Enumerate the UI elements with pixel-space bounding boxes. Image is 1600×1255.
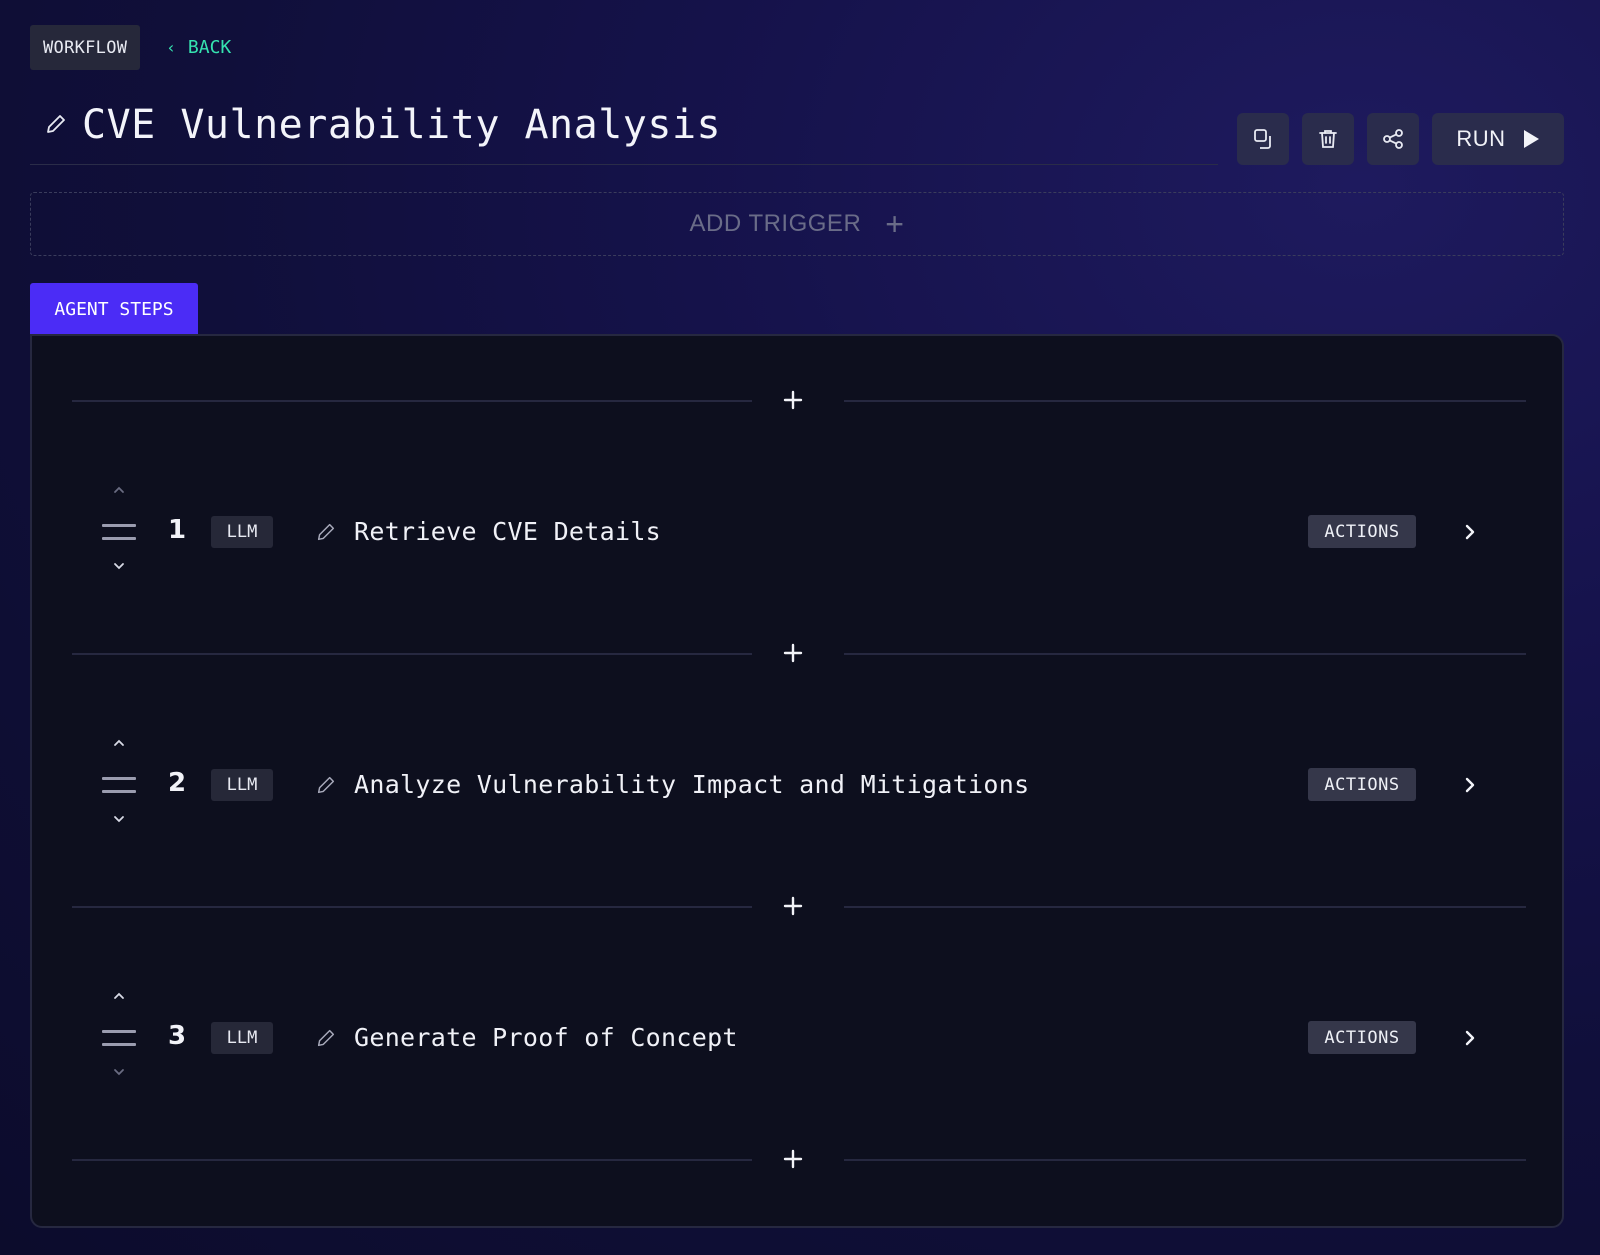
add-step-button[interactable] [773,1139,813,1179]
share-button[interactable] [1367,113,1419,165]
chevron-up-icon[interactable] [110,990,128,1002]
step-title[interactable]: Retrieve CVE Details [354,516,661,548]
chevron-right-icon[interactable] [1461,522,1479,542]
divider [844,653,1526,655]
workflow-toolbar: RUN [1237,113,1564,165]
step-number: 3 [168,1021,187,1051]
step-title[interactable]: Analyze Vulnerability Impact and Mitigat… [354,769,1029,801]
agent-steps-panel: 1 LLM Retrieve CVE Details ACTIONS 2 LLM… [30,334,1564,1228]
chevron-up-icon[interactable] [110,737,128,749]
delete-button[interactable] [1302,113,1354,165]
add-step-button[interactable] [773,633,813,673]
workflow-title-row: CVE Vulnerability Analysis [30,100,1218,165]
plus-icon [783,390,803,410]
actions-button[interactable]: ACTIONS [1308,515,1416,548]
chevron-down-icon[interactable] [110,560,128,572]
drag-handle[interactable] [102,776,136,794]
step-row: 3 LLM Generate Proof of Concept ACTIONS [72,990,1526,1090]
workflow-badge: WORKFLOW [30,25,141,70]
step-row: 1 LLM Retrieve CVE Details ACTIONS [72,484,1526,584]
step-type-badge: LLM [211,1022,273,1054]
drag-handle[interactable] [102,1029,136,1047]
divider [72,653,752,655]
insert-step-row [72,1139,1526,1179]
pencil-icon[interactable] [315,774,337,796]
divider [72,400,752,402]
plus-icon: + [885,206,905,242]
divider [844,400,1526,402]
trash-icon [1319,130,1337,148]
add-trigger-button[interactable]: ADD TRIGGER + [30,192,1564,256]
step-row: 2 LLM Analyze Vulnerability Impact and M… [72,737,1526,837]
copy-icon [1254,129,1271,149]
drag-handle[interactable] [102,523,136,541]
back-label: BACK [187,37,232,58]
insert-step-row [72,633,1526,673]
share-icon [1383,129,1403,149]
step-number: 1 [168,515,187,545]
add-step-button[interactable] [773,380,813,420]
pencil-icon[interactable] [315,1027,337,1049]
step-type-badge: LLM [211,769,273,801]
add-step-button[interactable] [773,886,813,926]
plus-icon [783,1149,803,1169]
step-type-badge: LLM [211,516,273,548]
play-icon [1523,130,1539,148]
duplicate-button[interactable] [1237,113,1289,165]
chevron-right-icon[interactable] [1461,775,1479,795]
plus-icon [783,896,803,916]
pencil-icon[interactable] [44,112,68,136]
top-bar: WORKFLOW ‹ BACK [30,25,231,70]
insert-step-row [72,380,1526,420]
step-number: 2 [168,768,187,798]
chevron-down-icon[interactable] [110,1066,128,1078]
run-label: RUN [1456,126,1506,151]
pencil-icon[interactable] [315,521,337,543]
tab-agent-steps[interactable]: AGENT STEPS [30,283,198,335]
run-button[interactable]: RUN [1432,113,1564,165]
divider [844,1159,1526,1161]
actions-button[interactable]: ACTIONS [1308,1021,1416,1054]
insert-step-row [72,886,1526,926]
chevron-down-icon[interactable] [110,813,128,825]
actions-button[interactable]: ACTIONS [1308,768,1416,801]
chevron-up-icon[interactable] [110,484,128,496]
plus-icon [783,643,803,663]
chevron-right-icon[interactable] [1461,1028,1479,1048]
divider [844,906,1526,908]
chevron-left-icon: ‹ [166,38,176,57]
step-title[interactable]: Generate Proof of Concept [354,1022,738,1054]
back-link[interactable]: ‹ BACK [166,37,231,58]
add-trigger-label: ADD TRIGGER [689,210,862,237]
page-title[interactable]: CVE Vulnerability Analysis [82,100,721,150]
divider [72,1159,752,1161]
divider [72,906,752,908]
